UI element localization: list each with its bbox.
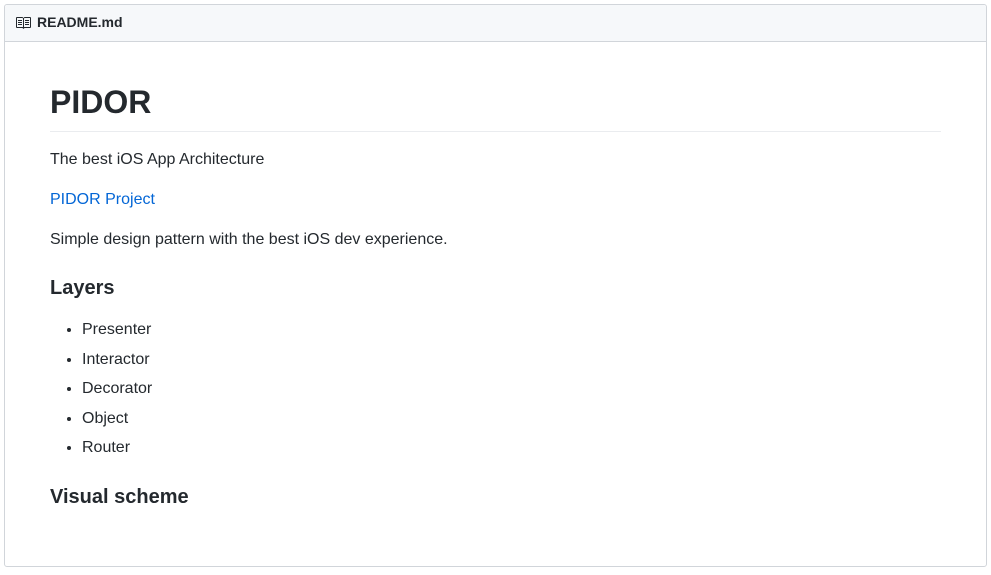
filename: README.md xyxy=(37,14,123,31)
project-link-wrapper: PIDOR Project xyxy=(50,188,941,212)
page-title: PIDOR xyxy=(50,82,941,132)
list-item: Presenter xyxy=(82,317,941,343)
subtitle: The best iOS App Architecture xyxy=(50,148,941,172)
visual-scheme-heading: Visual scheme xyxy=(50,485,941,510)
layers-heading: Layers xyxy=(50,276,941,301)
markdown-body: PIDOR The best iOS App Architecture PIDO… xyxy=(5,42,986,566)
box-header: README.md xyxy=(5,5,986,42)
list-item: Interactor xyxy=(82,347,941,373)
readme-box: README.md PIDOR The best iOS App Archite… xyxy=(4,4,987,567)
description: Simple design pattern with the best iOS … xyxy=(50,228,941,252)
project-link[interactable]: PIDOR Project xyxy=(50,191,155,208)
book-icon xyxy=(15,15,31,31)
list-item: Object xyxy=(82,406,941,432)
layers-list: Presenter Interactor Decorator Object Ro… xyxy=(50,317,941,461)
list-item: Router xyxy=(82,435,941,461)
list-item: Decorator xyxy=(82,376,941,402)
